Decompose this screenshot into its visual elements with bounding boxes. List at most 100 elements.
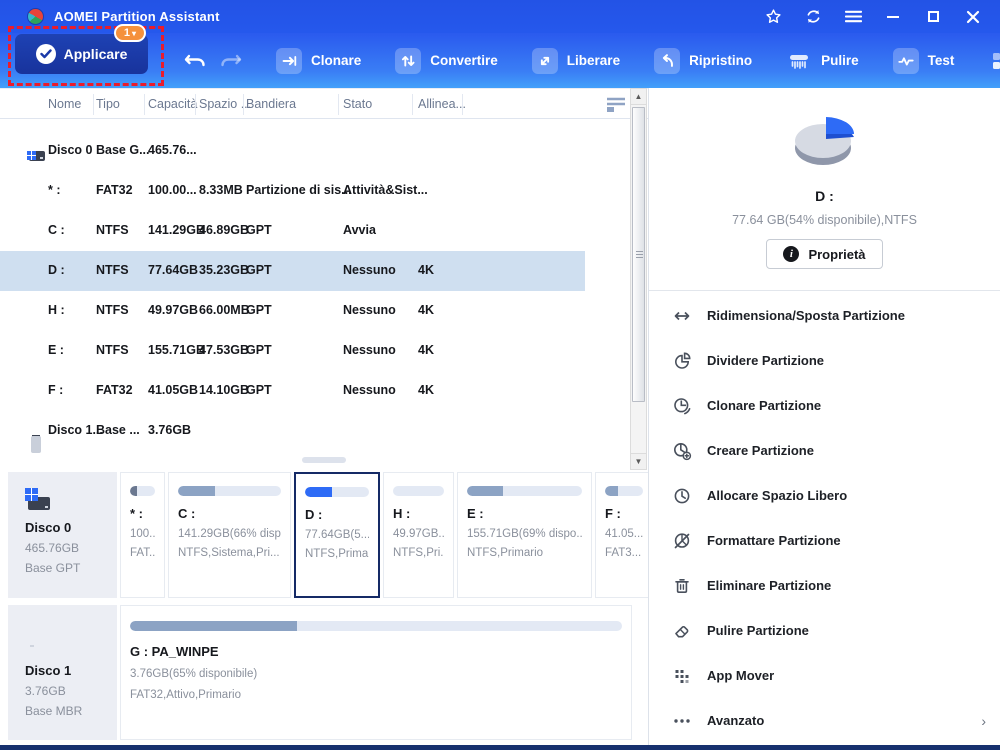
- menu-item-advanced[interactable]: Avanzato ›: [649, 698, 1000, 743]
- actions-panel: D : 77.64 GB(54% disponibile),NTFS i Pro…: [648, 88, 1000, 745]
- window-bottom-edge: [0, 745, 1000, 750]
- refresh-icon[interactable]: [800, 5, 826, 29]
- disk1-strip: Disco 1 3.76GB Base MBR G : PA_WINPE 3.7…: [8, 605, 632, 740]
- minimize-icon[interactable]: [880, 5, 906, 29]
- table-row-h[interactable]: H :NTFS49.97GB66.00MBGPTNessuno4K: [0, 291, 585, 331]
- partition-cell-g[interactable]: G : PA_WINPE 3.76GB(65% disponibile) FAT…: [120, 605, 632, 740]
- col-allinea[interactable]: Allinea...: [418, 97, 466, 111]
- redo-icon[interactable]: [218, 48, 244, 74]
- properties-button[interactable]: i Proprietà: [766, 239, 882, 269]
- apply-label: Applicare: [64, 46, 128, 62]
- convert-icon: [395, 48, 421, 74]
- partition-cell-star[interactable]: * : 100.... FAT...: [120, 472, 165, 598]
- partition-cell-f[interactable]: F : 41.05... FAT3...: [595, 472, 653, 598]
- window-controls: [760, 5, 986, 29]
- allocate-free-space-icon: [672, 486, 692, 506]
- close-icon[interactable]: [960, 5, 986, 29]
- partition-cell-d-selected[interactable]: D : 77.64GB(5... NTFS,Prima...: [294, 472, 380, 598]
- partition-cell-e[interactable]: E : 155.71GB(69% dispo... NTFS,Primario: [457, 472, 592, 598]
- delete-partition-icon: [672, 576, 692, 596]
- clone-label: Clonare: [311, 53, 361, 68]
- disk-scheme: Base GPT: [25, 561, 117, 575]
- free-up-button[interactable]: Liberare: [532, 48, 620, 74]
- menu-item-resize-move[interactable]: Ridimensiona/Sposta Partizione: [649, 293, 1000, 338]
- test-button[interactable]: Test: [893, 48, 955, 74]
- disk-icon: [27, 139, 47, 159]
- undo-icon[interactable]: [182, 48, 208, 74]
- info-icon: i: [783, 246, 799, 262]
- wipe-partition-icon: [672, 621, 692, 641]
- menu-item-format[interactable]: Formattare Partizione: [649, 518, 1000, 563]
- favorite-icon[interactable]: [760, 5, 786, 29]
- app-title: AOMEI Partition Assistant: [54, 9, 220, 24]
- disk-name: Disco 1: [25, 663, 117, 678]
- table-row-e[interactable]: E :NTFS155.71GB47.53GBGPTNessuno4K: [0, 331, 585, 371]
- volume-usage-pie: [785, 110, 865, 178]
- table-row-star[interactable]: * :FAT32100.00...8.33MBPartizione di sis…: [0, 171, 585, 211]
- shred-button[interactable]: Pulire: [786, 48, 859, 74]
- table-horizontal-scrollbar[interactable]: [0, 456, 585, 464]
- app-mover-icon: [672, 666, 692, 686]
- scrollbar-thumb[interactable]: [632, 107, 645, 402]
- test-label: Test: [928, 53, 955, 68]
- tools-icon: [988, 48, 1000, 74]
- table-vertical-scrollbar[interactable]: ▲ ▼: [630, 88, 647, 470]
- restore-button[interactable]: Ripristino: [654, 48, 752, 74]
- disk-scheme: Base MBR: [25, 704, 117, 718]
- menu-item-wipe[interactable]: Pulire Partizione: [649, 608, 1000, 653]
- disk0-strip: Disco 0 465.76GB Base GPT * : 100.... FA…: [8, 472, 632, 598]
- format-partition-icon: [672, 531, 692, 551]
- disk-size: 3.76GB: [25, 684, 117, 698]
- selected-volume-name: D :: [649, 188, 1000, 204]
- menu-icon[interactable]: [840, 5, 866, 29]
- hscrollbar-thumb[interactable]: [302, 457, 346, 463]
- disk-icon: [25, 488, 45, 508]
- menu-item-clone[interactable]: Clonare Partizione: [649, 383, 1000, 428]
- table-row-disk1[interactable]: Disco 1...Base ...3.76GB: [0, 411, 585, 453]
- create-partition-icon: [672, 441, 692, 461]
- maximize-icon[interactable]: [920, 5, 946, 29]
- scroll-down-icon[interactable]: ▼: [631, 453, 646, 469]
- disk1-card[interactable]: Disco 1 3.76GB Base MBR: [8, 605, 117, 740]
- partition-cell-h[interactable]: H : 49.97GB... NTFS,Pri...: [383, 472, 454, 598]
- undo-redo-group: [182, 48, 244, 74]
- col-tipo[interactable]: Tipo: [96, 97, 120, 111]
- table-header: Nome Tipo Capacità Spazio ... Bandiera S…: [0, 88, 648, 119]
- table-row-disk0[interactable]: Disco 0Base G...465.76...: [0, 131, 585, 171]
- table-row-c[interactable]: C :NTFS141.29GB46.89GBGPTAvvia: [0, 211, 585, 251]
- resize-move-icon: [672, 306, 692, 326]
- toolbar: Applicare 1▾ Clonare: [0, 33, 1000, 88]
- clone-icon: [276, 48, 302, 74]
- col-stato[interactable]: Stato: [343, 97, 372, 111]
- table-body: Disco 0Base G...465.76... * :FAT32100.00…: [0, 119, 648, 453]
- col-capacita[interactable]: Capacità: [148, 97, 197, 111]
- menu-item-app-mover[interactable]: App Mover: [649, 653, 1000, 698]
- partition-actions-menu: Ridimensiona/Sposta Partizione Dividere …: [649, 291, 1000, 743]
- table-row-d-selected[interactable]: D :NTFS77.64GB35.23GBGPTNessuno4K: [0, 251, 585, 291]
- disk0-card[interactable]: Disco 0 465.76GB Base GPT: [8, 472, 117, 598]
- split-partition-icon: [672, 351, 692, 371]
- tools-button[interactable]: Strumenti: [988, 48, 1000, 74]
- column-options-icon[interactable]: [605, 96, 627, 115]
- usb-icon: [27, 625, 37, 651]
- table-row-f[interactable]: F :FAT3241.05GB14.10GBGPTNessuno4K: [0, 371, 585, 411]
- check-circle-icon: [36, 44, 56, 64]
- partition-table: Nome Tipo Capacità Spazio ... Bandiera S…: [0, 88, 648, 470]
- disk-list-section: Nome Tipo Capacità Spazio ... Bandiera S…: [0, 88, 648, 745]
- menu-item-split[interactable]: Dividere Partizione: [649, 338, 1000, 383]
- scroll-up-icon[interactable]: ▲: [631, 89, 646, 105]
- col-nome[interactable]: Nome: [48, 97, 81, 111]
- menu-item-create[interactable]: Creare Partizione: [649, 428, 1000, 473]
- col-bandiera[interactable]: Bandiera: [246, 97, 296, 111]
- free-up-icon: [532, 48, 558, 74]
- convert-label: Convertire: [430, 53, 498, 68]
- partition-cell-c[interactable]: C : 141.29GB(66% disp... NTFS,Sistema,Pr…: [168, 472, 291, 598]
- pending-operations-badge[interactable]: 1▾: [114, 24, 146, 42]
- menu-item-allocate[interactable]: Allocare Spazio Libero: [649, 473, 1000, 518]
- convert-button[interactable]: Convertire: [395, 48, 498, 74]
- restore-label: Ripristino: [689, 53, 752, 68]
- menu-item-delete[interactable]: Eliminare Partizione: [649, 563, 1000, 608]
- disk-name: Disco 0: [25, 520, 117, 535]
- test-icon: [893, 48, 919, 74]
- clone-button[interactable]: Clonare: [276, 48, 361, 74]
